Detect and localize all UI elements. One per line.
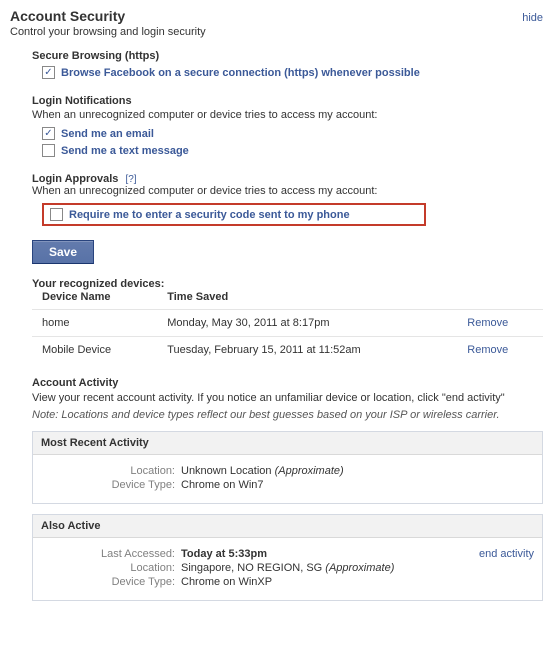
location-value: Unknown Location [181, 465, 272, 477]
security-code-checkbox[interactable] [50, 208, 63, 221]
last-accessed-value: Today at 5:33pm [181, 548, 267, 560]
device-name-cell: Mobile Device [32, 337, 157, 364]
hide-link[interactable]: hide [522, 12, 543, 24]
end-activity-link[interactable]: end activity [479, 548, 534, 560]
page-title: Account Security [10, 8, 125, 24]
device-name-cell: home [32, 310, 157, 337]
save-button[interactable]: Save [32, 240, 94, 264]
most-recent-activity-block: Most Recent Activity Location: Unknown L… [32, 431, 543, 504]
location-approx: (Approximate) [325, 562, 394, 574]
location-approx: (Approximate) [275, 465, 344, 477]
email-label[interactable]: Send me an email [61, 128, 154, 140]
last-accessed-key: Last Accessed: [41, 548, 181, 560]
sms-checkbox[interactable] [42, 144, 55, 157]
page-subtitle: Control your browsing and login security [10, 26, 543, 38]
table-row: Mobile Device Tuesday, February 15, 2011… [32, 337, 543, 364]
account-activity-section: Account Activity View your recent accoun… [10, 377, 543, 601]
login-approvals-title: Login Approvals [32, 173, 118, 185]
login-notifications-title: Login Notifications [32, 95, 543, 107]
secure-browsing-checkbox[interactable] [42, 66, 55, 79]
also-active-header: Also Active [41, 520, 101, 532]
account-activity-note: Note: Locations and device types reflect… [32, 409, 543, 421]
most-recent-header: Most Recent Activity [41, 437, 149, 449]
table-row: home Monday, May 30, 2011 at 8:17pm Remo… [32, 310, 543, 337]
location-value: Singapore, NO REGION, SG [181, 562, 322, 574]
recognized-devices-section: Your recognized devices: Device Name Tim… [10, 278, 543, 363]
secure-browsing-section: Secure Browsing (https) Browse Facebook … [10, 50, 543, 81]
login-approvals-highlight: Require me to enter a security code sent… [42, 203, 426, 226]
security-code-label[interactable]: Require me to enter a security code sent… [69, 209, 350, 221]
device-type-value: Chrome on Win7 [181, 479, 264, 491]
account-activity-title: Account Activity [32, 377, 543, 389]
recognized-devices-title: Your recognized devices: [32, 278, 543, 290]
recognized-devices-table: Device Name Time Saved home Monday, May … [32, 291, 543, 363]
device-type-key: Device Type: [41, 576, 181, 588]
sms-label[interactable]: Send me a text message [61, 145, 189, 157]
login-notifications-section: Login Notifications When an unrecognized… [10, 95, 543, 159]
login-notifications-desc: When an unrecognized computer or device … [32, 109, 543, 121]
remove-link[interactable]: Remove [467, 317, 508, 329]
login-approvals-section: Login Approvals [?] When an unrecognized… [10, 173, 543, 226]
secure-browsing-label[interactable]: Browse Facebook on a secure connection (… [61, 67, 420, 79]
device-type-key: Device Type: [41, 479, 181, 491]
email-checkbox[interactable] [42, 127, 55, 140]
login-approvals-desc: When an unrecognized computer or device … [32, 185, 543, 197]
login-approvals-help-link[interactable]: [?] [125, 174, 136, 185]
location-key: Location: [41, 562, 181, 574]
also-active-block: Also Active end activity Last Accessed: … [32, 514, 543, 601]
account-activity-desc: View your recent account activity. If yo… [32, 392, 543, 404]
col-device-name: Device Name [32, 291, 157, 310]
remove-link[interactable]: Remove [467, 344, 508, 356]
secure-browsing-title: Secure Browsing (https) [32, 50, 543, 62]
col-time-saved: Time Saved [157, 291, 457, 310]
device-type-value: Chrome on WinXP [181, 576, 272, 588]
device-time-cell: Monday, May 30, 2011 at 8:17pm [157, 310, 457, 337]
location-key: Location: [41, 465, 181, 477]
device-time-cell: Tuesday, February 15, 2011 at 11:52am [157, 337, 457, 364]
